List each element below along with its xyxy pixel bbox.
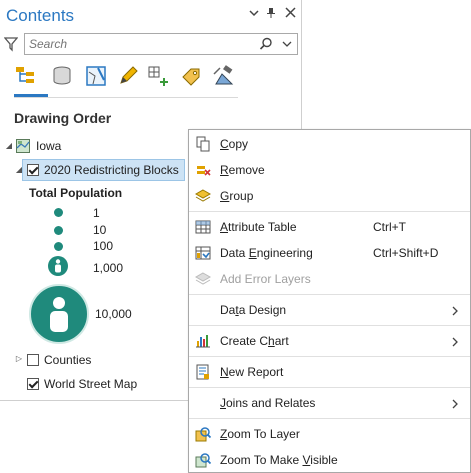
- shortcut-label: Ctrl+T: [373, 220, 406, 234]
- legend-label-10000: 10,000: [95, 307, 132, 321]
- zoom-to-make-visible-icon: [195, 452, 212, 468]
- search-input[interactable]: [29, 36, 249, 52]
- legend-symbol-10: [54, 226, 63, 235]
- menu-separator: [189, 387, 470, 388]
- add-error-layers-icon: [194, 271, 212, 287]
- drawing-order-heading: Drawing Order: [14, 110, 112, 126]
- menu-label: Add Error Layers: [220, 272, 311, 286]
- menu-item-add-error-layers: Add Error Layers: [189, 266, 470, 292]
- search-icon[interactable]: [259, 37, 273, 51]
- remove-icon: [195, 162, 211, 178]
- collapse-arrow-icon[interactable]: ◢: [4, 141, 14, 151]
- menu-label: Data Design: [220, 303, 287, 317]
- options-dropdown-icon[interactable]: [247, 7, 261, 21]
- attribute-table-icon: [195, 219, 211, 235]
- legend-symbol-10000: [29, 284, 89, 344]
- list-by-selection-icon[interactable]: [84, 64, 108, 88]
- layer-node-counties[interactable]: Counties: [44, 350, 91, 370]
- pin-icon[interactable]: [264, 7, 278, 22]
- menu-item-group[interactable]: Group: [189, 183, 470, 209]
- menu-label: Remove: [220, 163, 265, 177]
- list-by-labeling-icon[interactable]: [180, 64, 204, 88]
- menu-separator: [189, 418, 470, 419]
- menu-item-data-engineering[interactable]: Data Engineering Ctrl+Shift+D: [189, 240, 470, 266]
- shortcut-label: Ctrl+Shift+D: [373, 246, 439, 260]
- legend-label-10: 10: [93, 223, 107, 237]
- list-by-editing-icon[interactable]: [116, 64, 140, 88]
- layer-node-world-street-map[interactable]: World Street Map: [44, 374, 137, 394]
- menu-label: Zoom To Make Visible: [220, 453, 338, 467]
- legend-label-1000: 1,000: [93, 261, 124, 275]
- pane-title: Contents: [6, 6, 75, 25]
- group-layers-icon: [194, 188, 212, 204]
- menu-label: Create Chart: [220, 334, 289, 348]
- report-icon: [195, 364, 211, 380]
- menu-item-new-report[interactable]: New Report: [189, 359, 470, 385]
- menu-label: New Report: [220, 365, 284, 379]
- menu-item-remove[interactable]: Remove: [189, 157, 470, 183]
- submenu-arrow-icon: [451, 398, 459, 409]
- legend-label-100: 100: [93, 239, 114, 253]
- toolbar-divider: [14, 97, 238, 98]
- legend-symbol-1000: [48, 256, 68, 276]
- list-by-perspective-imagery-icon[interactable]: [212, 64, 236, 88]
- list-by-source-icon[interactable]: [50, 64, 74, 88]
- layer-visibility-checkbox[interactable]: [27, 164, 39, 176]
- chart-icon: [195, 333, 211, 349]
- filter-icon[interactable]: [3, 36, 19, 52]
- expand-arrow-icon[interactable]: ▷: [14, 354, 24, 364]
- layer-context-menu: Copy Remove Group Attribute Table Ctrl+T…: [188, 129, 471, 473]
- menu-label: Zoom To Layer: [220, 427, 300, 441]
- layer-visibility-checkbox[interactable]: [27, 378, 39, 390]
- menu-label: Joins and Relates: [220, 396, 316, 410]
- menu-label: Group: [220, 189, 254, 203]
- menu-item-data-design[interactable]: Data Design: [189, 297, 470, 323]
- map-node-iowa[interactable]: Iowa: [36, 136, 61, 156]
- menu-item-zoom-to-layer[interactable]: Zoom To Layer: [189, 421, 470, 447]
- search-box[interactable]: [24, 33, 298, 55]
- menu-separator: [189, 356, 470, 357]
- legend-label-1: 1: [93, 206, 100, 220]
- menu-label: Data Engineering: [220, 246, 313, 260]
- copy-icon: [195, 136, 211, 152]
- list-by-drawing-order-icon[interactable]: [14, 64, 38, 88]
- legend-symbol-100: [54, 242, 63, 251]
- list-by-snapping-icon[interactable]: [146, 64, 170, 88]
- menu-item-attribute-table[interactable]: Attribute Table Ctrl+T: [189, 214, 470, 240]
- submenu-arrow-icon: [451, 336, 459, 347]
- collapse-arrow-icon[interactable]: ◢: [14, 165, 24, 175]
- menu-item-create-chart[interactable]: Create Chart: [189, 328, 470, 354]
- legend-field-name: Total Population: [29, 186, 123, 200]
- menu-item-copy[interactable]: Copy: [189, 131, 470, 157]
- close-icon[interactable]: [283, 7, 297, 21]
- menu-separator: [189, 325, 470, 326]
- legend-symbol-1: [54, 208, 63, 217]
- menu-item-zoom-to-make-visible[interactable]: Zoom To Make Visible: [189, 447, 470, 473]
- menu-label: Attribute Table: [220, 220, 297, 234]
- menu-separator: [189, 294, 470, 295]
- menu-label: Copy: [220, 137, 249, 151]
- submenu-arrow-icon: [451, 305, 459, 316]
- menu-item-joins-and-relates[interactable]: Joins and Relates: [189, 390, 470, 416]
- layer-node-redistricting-blocks[interactable]: 2020 Redistricting Blocks: [44, 160, 179, 180]
- layer-visibility-checkbox[interactable]: [27, 354, 39, 366]
- map-icon: [16, 139, 30, 153]
- zoom-to-layer-icon: [195, 426, 212, 442]
- data-engineering-icon: [195, 245, 211, 261]
- chevron-down-icon[interactable]: [281, 38, 293, 50]
- menu-separator: [189, 211, 470, 212]
